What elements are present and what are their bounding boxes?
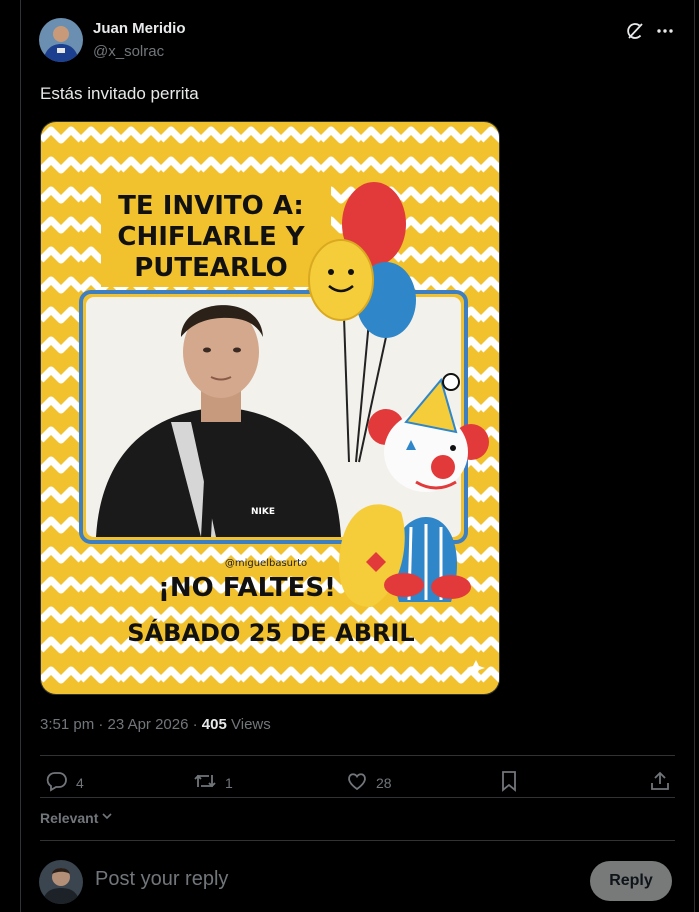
tweet-meta: 3:51 pm · 23 Apr 2026 · 405 Views xyxy=(40,716,271,733)
author-handle[interactable]: @x_solrac xyxy=(93,43,164,60)
sort-replies-dropdown[interactable]: Relevant xyxy=(40,809,114,826)
chevron-down-icon xyxy=(100,809,114,826)
bookmark-icon xyxy=(498,770,520,795)
flyer-date: SÁBADO 25 DE ABRIL xyxy=(127,618,414,647)
like-count: 28 xyxy=(376,774,392,791)
tweet-date[interactable]: 23 Apr 2026 xyxy=(108,716,189,733)
like-button[interactable]: 28 xyxy=(346,770,392,795)
flyer-watermark: @miguelbasurto xyxy=(225,558,307,569)
views-count: 405 xyxy=(201,716,227,733)
reply-icon xyxy=(46,770,68,795)
flyer-graphic: TE INVITO A: CHIFLARLE Y PUTEARLO NIKE @… xyxy=(41,122,499,694)
flyer-headline-2: CHIFLARLE Y xyxy=(117,222,305,252)
divider-top xyxy=(40,755,675,756)
repost-icon xyxy=(193,770,217,795)
repost-button[interactable]: 1 xyxy=(193,770,233,795)
repost-count: 1 xyxy=(225,774,233,791)
author-name[interactable]: Juan Meridio xyxy=(93,20,186,37)
like-icon xyxy=(346,770,368,795)
meta-separator-2: · xyxy=(192,716,198,733)
my-avatar[interactable] xyxy=(39,860,83,904)
grok-icon[interactable] xyxy=(624,20,646,42)
tweet-time[interactable]: 3:51 pm xyxy=(40,716,94,733)
share-button[interactable] xyxy=(649,770,671,795)
flyer-headline-1: TE INVITO A: xyxy=(118,191,304,221)
reply-count: 4 xyxy=(76,774,84,791)
sort-label: Relevant xyxy=(40,809,99,826)
tweet-text: Estás invitado perrita xyxy=(40,84,199,103)
shirt-logo: NIKE xyxy=(251,507,275,517)
tweet-image[interactable]: TE INVITO A: CHIFLARLE Y PUTEARLO NIKE @… xyxy=(40,121,500,695)
flyer-headline-3: PUTEARLO xyxy=(134,253,288,283)
views-label: Views xyxy=(231,716,271,733)
reply-submit-button[interactable]: Reply xyxy=(590,861,672,901)
bookmark-button[interactable] xyxy=(498,770,520,795)
reply-input[interactable]: Post your reply xyxy=(95,868,228,891)
more-icon[interactable] xyxy=(654,20,676,42)
share-icon xyxy=(649,770,671,795)
meta-separator-1: · xyxy=(98,716,104,733)
reply-button[interactable]: 4 xyxy=(46,770,84,795)
divider-reply xyxy=(40,840,675,841)
left-border xyxy=(20,0,21,912)
author-avatar[interactable] xyxy=(39,18,83,62)
flyer-cta: ¡NO FALTES! xyxy=(158,573,336,603)
divider-bottom xyxy=(40,797,675,798)
right-border xyxy=(694,0,695,912)
